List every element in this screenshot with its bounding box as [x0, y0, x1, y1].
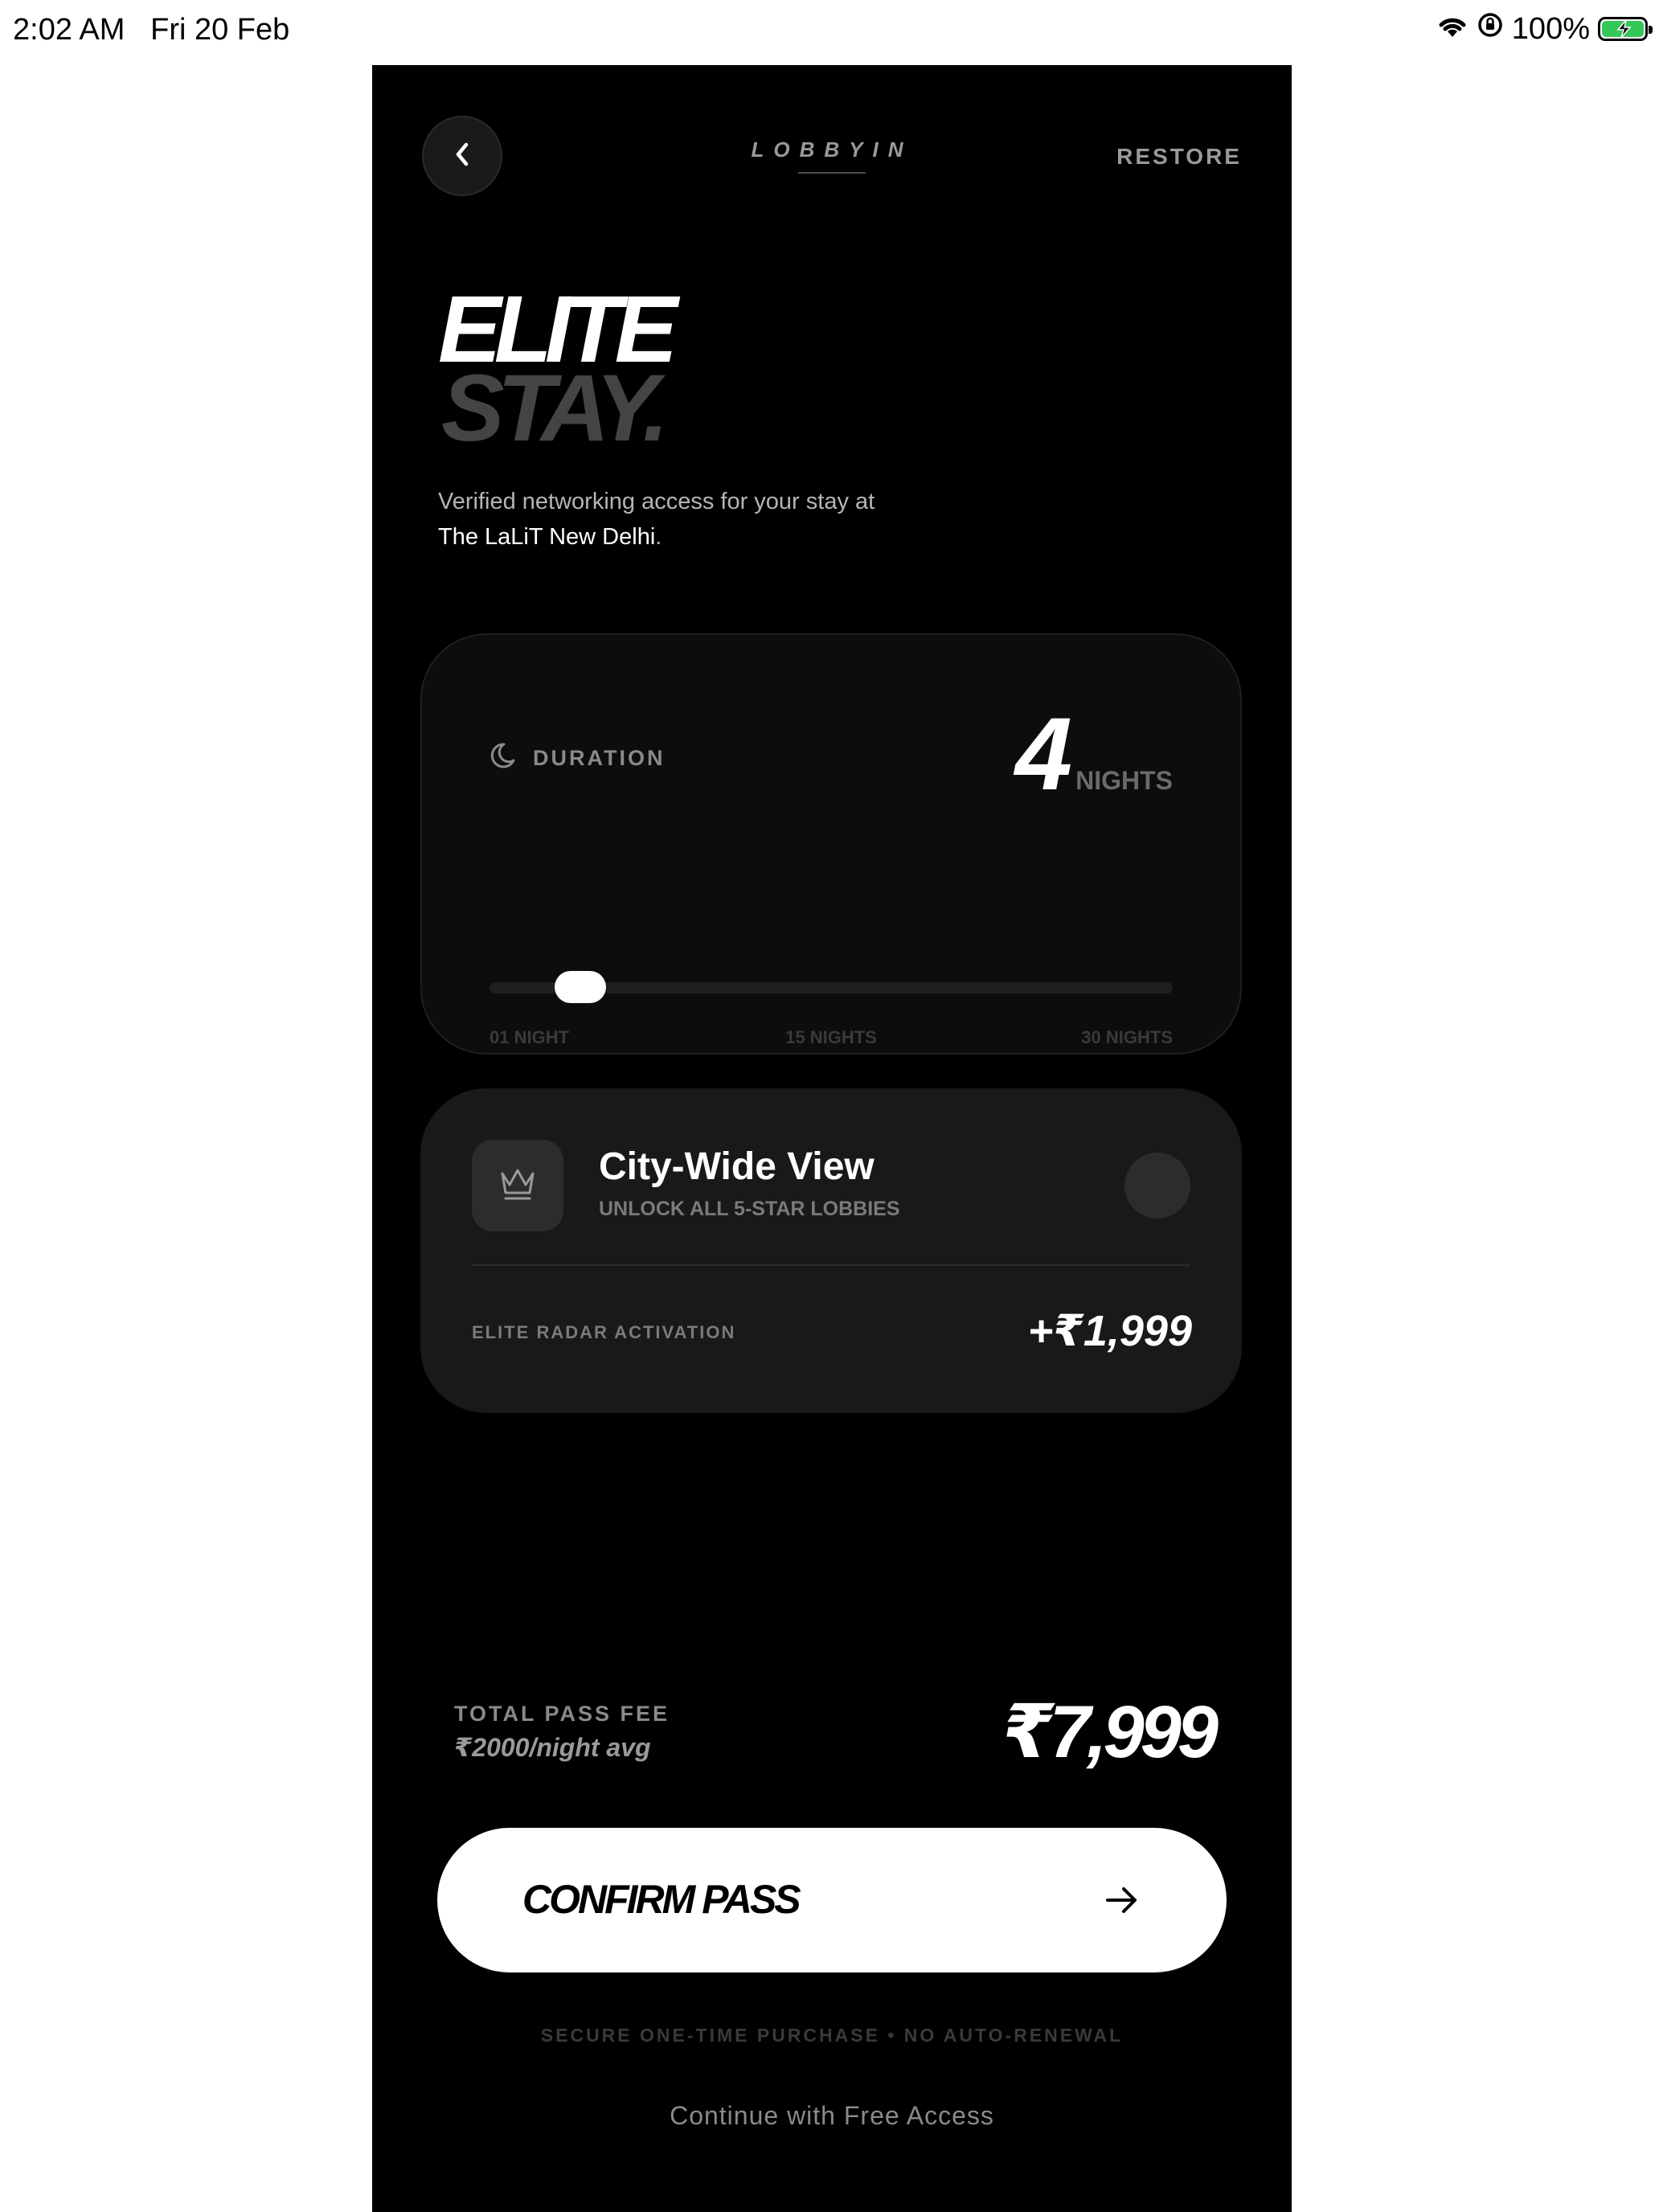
slider-max-label: 30 NIGHTS: [1081, 1027, 1173, 1047]
hero-title-line2: STAY.: [441, 355, 669, 461]
duration-label-group: DURATION: [490, 739, 665, 777]
radar-price: +₹1,999: [1027, 1307, 1192, 1355]
duration-slider[interactable]: [490, 971, 1173, 1003]
duration-label: DURATION: [533, 746, 666, 770]
confirm-pass-label: CONFIRM PASS: [522, 1877, 801, 1922]
battery-charging-icon: [1598, 17, 1653, 41]
duration-card: DURATION 4 NIGHTS 01 NIGHT 15 NIGHTS 30 …: [420, 633, 1242, 1055]
wifi-icon: [1436, 12, 1469, 47]
brand-underline: [798, 172, 866, 174]
secure-note: SECURE ONE-TIME PURCHASE • NO AUTO-RENEW…: [540, 2025, 1124, 2046]
subtitle-text: Verified networking access for your stay…: [438, 489, 875, 514]
hero-subtitle: Verified networking access for your stay…: [438, 484, 875, 555]
arrow-right-icon: [1101, 1879, 1143, 1925]
city-view-title: City-Wide View: [599, 1145, 875, 1188]
total-price: ₹7,999: [1002, 1691, 1219, 1773]
crown-icon-box: [472, 1140, 563, 1231]
moon-icon: [490, 739, 522, 777]
duration-value: 4 NIGHTS: [1015, 703, 1173, 806]
city-view-subtitle: UNLOCK ALL 5-STAR LOBBIES: [599, 1198, 900, 1220]
crown-icon: [498, 1165, 538, 1206]
venue-name: The LaLiT New Delhi: [438, 524, 656, 550]
status-date: Fri 20 Feb: [150, 13, 290, 47]
status-time: 2:02 AM: [13, 13, 125, 47]
restore-button[interactable]: RESTORE: [1116, 144, 1242, 170]
total-label: TOTAL PASS FEE: [454, 1702, 670, 1726]
status-bar-right: 100%: [1436, 11, 1653, 47]
confirm-pass-button[interactable]: CONFIRM PASS: [437, 1828, 1227, 1972]
free-access-link[interactable]: Continue with Free Access: [372, 2101, 1292, 2131]
city-view-card[interactable]: City-Wide View UNLOCK ALL 5-STAR LOBBIES…: [420, 1088, 1242, 1413]
battery-percent: 100%: [1511, 11, 1590, 46]
app-panel: LOBBYIN RESTORE ELITE STAY. Verified net…: [372, 65, 1292, 2212]
city-card-divider: [472, 1264, 1190, 1266]
status-bar-time: 2:02 AM Fri 20 Feb: [13, 13, 289, 47]
city-view-toggle[interactable]: [1124, 1153, 1190, 1219]
duration-number: 4: [1014, 697, 1073, 812]
duration-unit: NIGHTS: [1075, 766, 1173, 795]
orientation-lock-icon: [1477, 11, 1504, 47]
total-average: ₹2000/night avg: [454, 1733, 651, 1762]
venue-suffix: .: [655, 524, 662, 550]
radar-label: ELITE RADAR ACTIVATION: [472, 1322, 736, 1342]
duration-slider-thumb[interactable]: [555, 971, 607, 1003]
